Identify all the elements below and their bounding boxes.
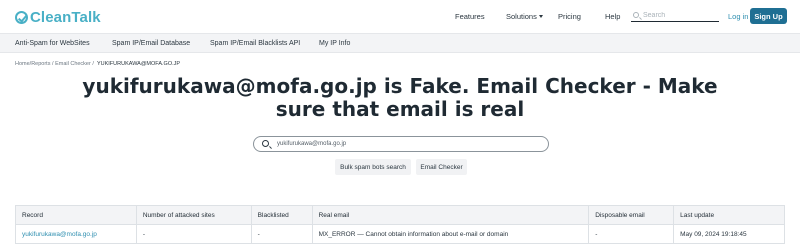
subnav-anti-spam[interactable]: Anti-Spam for WebSites bbox=[15, 40, 90, 47]
breadcrumb-home[interactable]: Home bbox=[15, 61, 30, 67]
nav-pricing[interactable]: Pricing bbox=[558, 12, 581, 21]
bulk-search-button[interactable]: Bulk spam bots search bbox=[335, 159, 411, 175]
nav-help[interactable]: Help bbox=[605, 12, 620, 21]
column-header-record: Record bbox=[15, 205, 137, 225]
chevron-down-icon bbox=[538, 15, 543, 18]
logo-text: CleanTalk bbox=[30, 8, 101, 26]
nav-solutions[interactable]: Solutions bbox=[506, 12, 543, 21]
breadcrumb-current: YUKIFURUKAWA@MOFA.GO.JP bbox=[96, 61, 181, 67]
email-search-field[interactable]: yukifurukawa@mofa.go.jp bbox=[253, 136, 549, 152]
login-link[interactable]: Log in bbox=[728, 12, 748, 21]
signup-button[interactable]: Sign Up bbox=[750, 8, 787, 24]
nav-features[interactable]: Features bbox=[455, 12, 485, 21]
header-search bbox=[631, 9, 719, 22]
subnav-spam-database[interactable]: Spam IP/Email Database bbox=[112, 40, 190, 47]
subnav-my-ip-info[interactable]: My IP Info bbox=[319, 40, 350, 47]
column-header-disposable-email: Disposable email bbox=[588, 205, 675, 225]
breadcrumb: Home/Reports / Email Checker / YUKIFURUK… bbox=[15, 61, 181, 67]
cleantalk-logo[interactable]: CleanTalk bbox=[15, 8, 101, 26]
breadcrumb-reports[interactable]: Reports bbox=[31, 61, 50, 67]
results-table: Record Number of attacked sites Blacklis… bbox=[15, 205, 785, 244]
breadcrumb-email-checker[interactable]: Email Checker bbox=[55, 61, 91, 67]
email-checker-button[interactable]: Email Checker bbox=[416, 159, 467, 175]
cell-attacked-sites: - bbox=[135, 224, 252, 244]
logo-check-icon bbox=[15, 10, 28, 24]
sub-navbar: Anti-Spam for WebSites Spam IP/Email Dat… bbox=[0, 33, 800, 53]
top-navbar: CleanTalk Features Solutions Pricing Hel… bbox=[0, 0, 800, 33]
search-icon bbox=[633, 12, 639, 18]
header-search-input[interactable] bbox=[643, 10, 717, 20]
table-header-row: Record Number of attacked sites Blacklis… bbox=[15, 205, 785, 225]
cell-last-update: May 09, 2024 19:18:45 bbox=[673, 224, 785, 244]
column-header-blacklisted: Blacklisted bbox=[250, 205, 313, 225]
table-row: yukifurukawa@mofa.go.jp - - MX_ERROR — C… bbox=[15, 224, 785, 244]
cell-blacklisted: - bbox=[250, 224, 313, 244]
cell-record-link[interactable]: yukifurukawa@mofa.go.jp bbox=[15, 224, 137, 244]
email-search-value: yukifurukawa@mofa.go.jp bbox=[277, 141, 347, 147]
cell-real-email: MX_ERROR — Cannot obtain information abo… bbox=[311, 224, 590, 244]
page-title: yukifurukawa@mofa.go.jp is Fake. Email C… bbox=[82, 74, 718, 121]
cell-disposable-email: - bbox=[588, 224, 675, 244]
search-icon bbox=[262, 140, 269, 147]
column-header-real-email: Real email bbox=[311, 205, 590, 225]
subnav-blacklists-api[interactable]: Spam IP/Email Blacklists API bbox=[210, 40, 300, 47]
column-header-attacked-sites: Number of attacked sites bbox=[135, 205, 252, 225]
column-header-last-update: Last update bbox=[673, 205, 785, 225]
nav-solutions-label: Solutions bbox=[506, 12, 537, 21]
